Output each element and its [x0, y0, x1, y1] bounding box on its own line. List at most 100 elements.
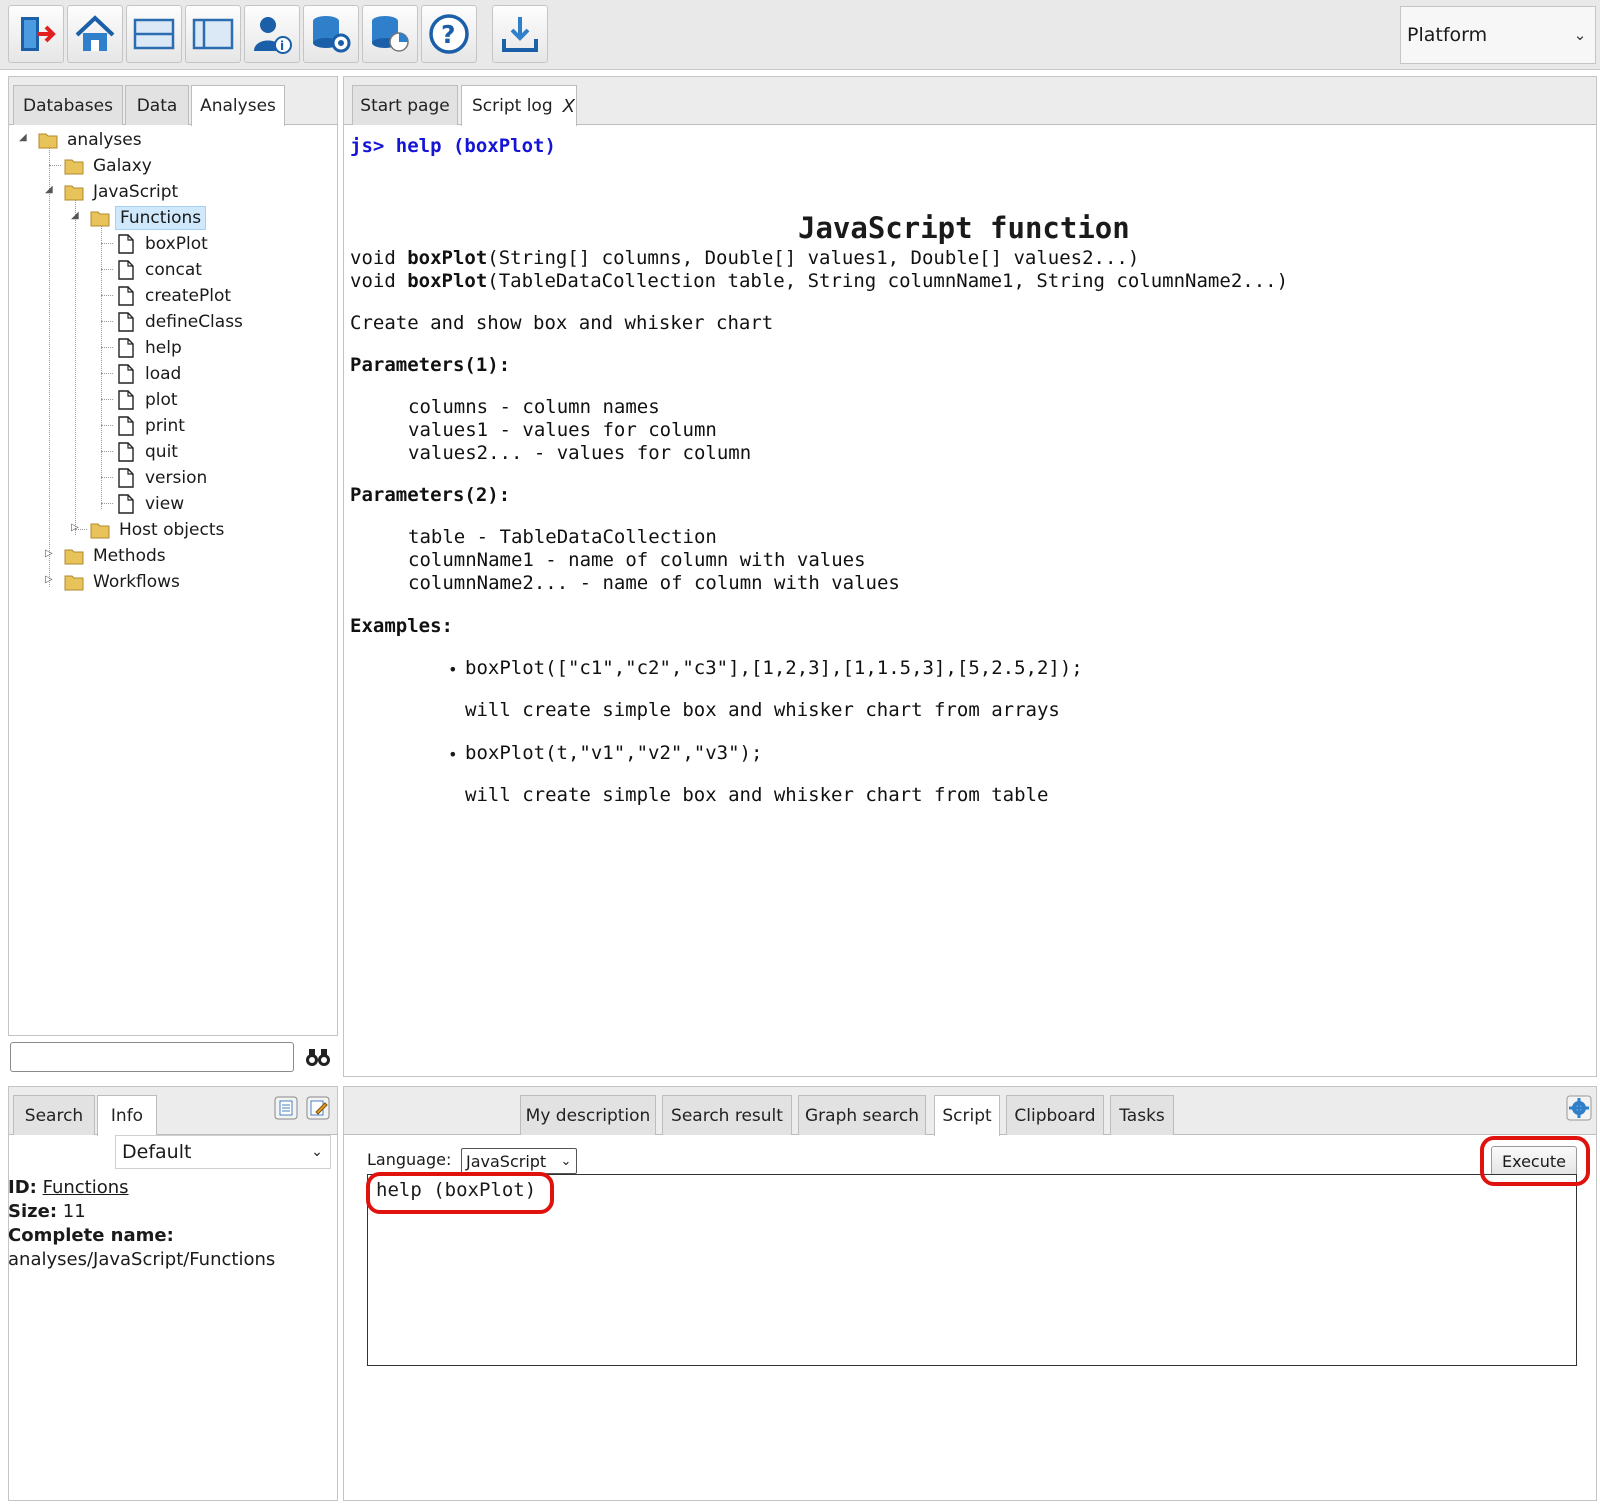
tree-node-label: load	[145, 364, 182, 384]
tree-node-label: Workflows	[93, 572, 180, 592]
example-note: will create simple box and whisker chart…	[465, 784, 1049, 806]
info-view-select[interactable]: Default ⌄	[115, 1135, 331, 1169]
tree-node-function[interactable]: quit	[115, 439, 182, 465]
collapse-icon[interactable]: ◢	[71, 211, 81, 221]
folder-icon	[64, 575, 84, 591]
tree-guide	[49, 165, 61, 166]
tree-node-label: defineClass	[145, 312, 243, 332]
params1-title: Parameters(1):	[350, 354, 511, 376]
split-vertical-icon	[192, 18, 234, 50]
edit-icon[interactable]	[305, 1095, 331, 1121]
download-button[interactable]	[492, 5, 548, 63]
tree-node-label: Galaxy	[93, 156, 152, 176]
collapse-icon[interactable]: ◢	[45, 185, 55, 195]
close-icon[interactable]: X	[563, 96, 575, 117]
tree-search-input[interactable]	[10, 1042, 294, 1072]
param-line: columns - column names	[408, 396, 660, 418]
tab-graph-search[interactable]: Graph search	[798, 1095, 926, 1135]
tree-node-function[interactable]: version	[115, 465, 211, 491]
database-settings-button[interactable]	[303, 5, 359, 63]
document-tabbar: Start page Script log X	[344, 77, 1596, 126]
tab-analyses[interactable]: Analyses	[191, 85, 285, 126]
tree-guide	[101, 425, 113, 426]
user-info-icon: i	[254, 17, 292, 54]
info-view-value: Default	[122, 1141, 192, 1163]
tree-node-functions[interactable]: Functions	[89, 205, 207, 231]
home-button[interactable]	[67, 5, 123, 63]
tab-info[interactable]: Info	[97, 1095, 157, 1136]
perspective-value: Platform	[1407, 24, 1488, 46]
file-icon	[118, 390, 134, 410]
file-icon	[118, 468, 134, 488]
tree-guide	[101, 295, 113, 296]
gear-icon[interactable]	[1566, 1095, 1592, 1121]
expand-icon[interactable]: ▷	[45, 575, 55, 585]
repository-tabbar: Databases Data Analyses	[9, 77, 337, 126]
tree-guide	[101, 269, 113, 270]
main-toolbar: i ? Platform ⌄	[0, 0, 1600, 70]
exit-button[interactable]	[8, 5, 64, 63]
tree-node-label: quit	[145, 442, 178, 462]
tree-node-analyses[interactable]: analyses	[37, 127, 146, 153]
execute-button[interactable]: Execute	[1491, 1146, 1577, 1176]
tree-node-function[interactable]: view	[115, 491, 188, 517]
repository-tree: ◢ analyses Galaxy ◢ JavaScript ◢ Functio…	[9, 127, 337, 1035]
document-icon[interactable]	[273, 1095, 299, 1121]
tree-guide	[101, 347, 113, 348]
info-complete-label: Complete name:	[8, 1225, 174, 1246]
tab-tasks[interactable]: Tasks	[1110, 1095, 1174, 1135]
example-code: boxPlot(["c1","c2","c3"],[1,2,3],[1,1.5,…	[465, 657, 1083, 679]
help-button[interactable]: ?	[421, 5, 477, 63]
binoculars-icon[interactable]	[304, 1045, 332, 1069]
tree-node-galaxy[interactable]: Galaxy	[63, 153, 156, 179]
info-size-value: 11	[62, 1201, 86, 1222]
tree-node-workflows[interactable]: Workflows	[63, 569, 184, 595]
info-id-link[interactable]: Functions	[43, 1177, 129, 1198]
bullet-icon: •	[448, 745, 458, 764]
tree-node-methods[interactable]: Methods	[63, 543, 170, 569]
script-editor[interactable]: help (boxPlot)	[367, 1174, 1577, 1366]
tree-node-javascript[interactable]: JavaScript	[63, 179, 182, 205]
tree-node-function[interactable]: help	[115, 335, 186, 361]
tree-guide	[101, 399, 113, 400]
tree-node-function[interactable]: plot	[115, 387, 182, 413]
chevron-down-icon: ⌄	[560, 1153, 572, 1169]
user-info-button[interactable]: i	[244, 5, 300, 63]
tab-my-description[interactable]: My description	[520, 1095, 656, 1135]
tree-node-function[interactable]: load	[115, 361, 185, 387]
chevron-down-icon: ⌄	[1573, 26, 1587, 44]
tree-node-label: version	[145, 468, 208, 488]
tab-clipboard[interactable]: Clipboard	[1006, 1095, 1104, 1135]
function-description: Create and show box and whisker chart	[350, 312, 774, 334]
info-panel: Search Info Default ⌄	[8, 1086, 338, 1501]
tree-node-function[interactable]: concat	[115, 257, 206, 283]
info-size-row: Size: 11	[8, 1200, 275, 1224]
script-editor-text: help (boxPlot)	[376, 1179, 537, 1201]
tab-script-log[interactable]: Script log X	[461, 85, 577, 126]
expand-icon[interactable]: ▷	[45, 549, 55, 559]
tab-start-page[interactable]: Start page	[352, 85, 458, 125]
tree-node-host-objects[interactable]: Host objects	[89, 517, 228, 543]
database-chart-button[interactable]	[362, 5, 418, 63]
tab-data[interactable]: Data	[125, 85, 189, 125]
tree-node-function[interactable]: createPlot	[115, 283, 235, 309]
tab-script[interactable]: Script	[934, 1095, 1000, 1136]
info-id-label: ID:	[8, 1177, 37, 1198]
tree-node-function[interactable]: defineClass	[115, 309, 247, 335]
expand-icon[interactable]: ▷	[71, 523, 81, 533]
perspective-select[interactable]: Platform ⌄	[1400, 6, 1596, 64]
split-horizontal-icon	[133, 18, 175, 50]
svg-text:?: ?	[441, 20, 456, 49]
tree-guide	[101, 373, 113, 374]
tab-databases[interactable]: Databases	[13, 85, 123, 125]
tree-search-row	[8, 1038, 338, 1078]
tree-node-function[interactable]: print	[115, 413, 189, 439]
tree-guide	[101, 477, 113, 478]
split-horizontal-button[interactable]	[126, 5, 182, 63]
tree-node-function[interactable]: boxPlot	[115, 231, 212, 257]
collapse-icon[interactable]: ◢	[19, 133, 29, 143]
tab-search[interactable]: Search	[13, 1095, 95, 1135]
language-select[interactable]: JavaScript ⌄	[461, 1148, 577, 1174]
tab-search-result[interactable]: Search result	[662, 1095, 792, 1135]
split-vertical-button[interactable]	[185, 5, 241, 63]
